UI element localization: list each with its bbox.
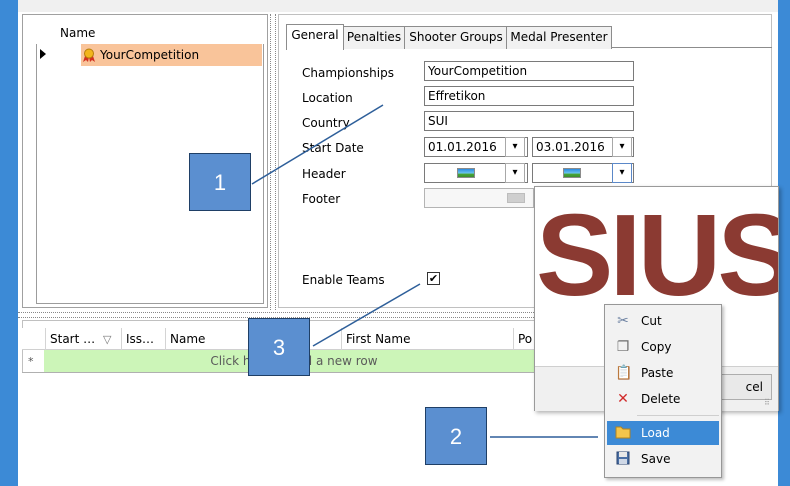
filter-icon[interactable]: ▽ bbox=[103, 333, 111, 346]
floppy-icon bbox=[615, 451, 631, 467]
menu-item-load[interactable]: Load bbox=[607, 421, 719, 445]
window-top-strip bbox=[18, 0, 778, 12]
championships-label: Championships bbox=[302, 66, 394, 80]
country-label: Country bbox=[302, 116, 350, 130]
image-icon bbox=[457, 168, 475, 178]
context-menu: ✂ Cut ❐ Copy 📋 Paste ✕ Delete Load Save bbox=[604, 304, 722, 478]
grid-column-po[interactable]: Po bbox=[514, 328, 534, 350]
tab-penalties[interactable]: Penalties bbox=[342, 26, 406, 49]
footer-image-field[interactable] bbox=[424, 188, 534, 208]
menu-separator bbox=[637, 415, 719, 416]
menu-item-paste[interactable]: 📋 Paste bbox=[607, 361, 719, 385]
window-frame-right bbox=[778, 0, 790, 486]
menu-item-cut-label: Cut bbox=[641, 314, 662, 328]
start-date-dropdown-button[interactable]: ▾ bbox=[505, 137, 525, 157]
copy-icon: ❐ bbox=[616, 339, 630, 355]
grid-indicator-column bbox=[22, 328, 46, 350]
footer-label: Footer bbox=[302, 192, 341, 206]
folder-icon bbox=[615, 425, 631, 441]
enable-teams-label: Enable Teams bbox=[302, 273, 385, 287]
paste-icon: 📋 bbox=[615, 365, 633, 381]
menu-item-copy-label: Copy bbox=[641, 340, 672, 354]
callout-1: 1 bbox=[189, 153, 251, 211]
medal-icon bbox=[82, 48, 96, 62]
grid-column-issue[interactable]: Iss… bbox=[122, 328, 166, 350]
image-icon bbox=[563, 168, 581, 178]
end-date-dropdown-button[interactable]: ▾ bbox=[612, 137, 632, 157]
tree-item-label[interactable]: YourCompetition bbox=[100, 47, 199, 63]
chevron-down-icon: ▾ bbox=[512, 167, 518, 178]
new-row-marker: * bbox=[28, 355, 34, 368]
sius-logo: SIUS bbox=[536, 200, 778, 310]
resize-grip-icon[interactable]: ⠿ bbox=[764, 398, 770, 407]
start-date-value: 01.01.2016 bbox=[428, 140, 497, 154]
menu-item-delete[interactable]: ✕ Delete bbox=[607, 387, 719, 411]
menu-item-delete-label: Delete bbox=[641, 392, 681, 406]
menu-item-copy[interactable]: ❐ Copy bbox=[607, 335, 719, 359]
delete-icon: ✕ bbox=[617, 391, 629, 407]
grid-column-start[interactable]: Start … ▽ bbox=[46, 328, 122, 350]
end-date-value: 03.01.2016 bbox=[536, 140, 605, 154]
grid-column-start-label: Start … bbox=[50, 332, 96, 346]
tree-header[interactable]: Name bbox=[36, 22, 264, 44]
scissors-icon: ✂ bbox=[617, 313, 629, 329]
chevron-down-icon: ▾ bbox=[619, 167, 625, 178]
chevron-down-icon: ▾ bbox=[619, 141, 625, 152]
header-right-dropdown-button[interactable]: ▾ bbox=[612, 163, 632, 183]
menu-item-save[interactable]: Save bbox=[607, 447, 719, 471]
tree-header-name[interactable]: Name bbox=[60, 25, 95, 41]
grid-column-first-name[interactable]: First Name bbox=[342, 328, 514, 350]
header-label: Header bbox=[302, 167, 346, 181]
country-field[interactable]: SUI bbox=[424, 111, 634, 131]
window-frame-left bbox=[0, 0, 18, 486]
start-date-label: Start Date bbox=[302, 141, 364, 155]
callout-2: 2 bbox=[425, 407, 487, 465]
header-left-dropdown-button[interactable]: ▾ bbox=[505, 163, 525, 183]
menu-item-paste-label: Paste bbox=[641, 366, 674, 380]
callout-3: 3 bbox=[248, 318, 310, 376]
image-icon bbox=[507, 193, 525, 203]
chevron-down-icon: ▾ bbox=[512, 141, 518, 152]
enable-teams-checkbox[interactable]: ✔ bbox=[427, 272, 440, 285]
menu-item-load-label: Load bbox=[641, 426, 670, 440]
tree-row-competition[interactable]: YourCompetition bbox=[38, 44, 262, 66]
location-label: Location bbox=[302, 91, 353, 105]
menu-item-save-label: Save bbox=[641, 452, 671, 466]
vertical-splitter[interactable] bbox=[270, 14, 276, 310]
championships-field[interactable]: YourCompetition bbox=[424, 61, 634, 81]
location-field[interactable]: Effretikon bbox=[424, 86, 634, 106]
row-indicator-icon bbox=[40, 49, 46, 59]
menu-item-cut[interactable]: ✂ Cut bbox=[607, 309, 719, 333]
tab-shooter-groups[interactable]: Shooter Groups bbox=[404, 26, 508, 49]
tab-medal-presenter[interactable]: Medal Presenter bbox=[506, 26, 612, 49]
tab-general[interactable]: General bbox=[286, 24, 344, 50]
